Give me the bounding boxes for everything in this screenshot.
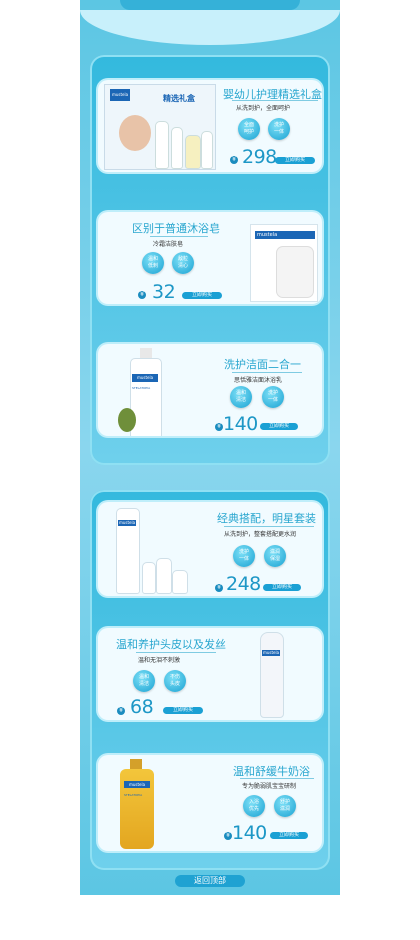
price: 298	[242, 146, 277, 168]
currency-icon: ¥	[215, 423, 223, 431]
soap-bar	[277, 247, 313, 297]
box-label: 精选礼盒	[163, 94, 195, 103]
product-subtitle: 从洗到护，全面呵护	[236, 105, 291, 112]
tag-bubble: 舒护 滋润	[274, 795, 296, 817]
title-underline	[136, 652, 216, 653]
currency-icon: ¥	[117, 707, 125, 715]
price: 140	[223, 413, 258, 435]
currency-icon: ¥	[215, 584, 223, 592]
brand-logo: mustela	[124, 781, 150, 788]
tag-bubble: 温和 清洁	[230, 386, 252, 408]
currency-icon: ¥	[138, 291, 146, 299]
buy-now-button[interactable]: 立即购买	[182, 292, 222, 299]
product-line: STELATOPIA	[132, 386, 151, 390]
brand-logo: mustela	[110, 89, 130, 101]
title-underline	[150, 236, 208, 237]
tag-bubble: 洗护 一体	[268, 118, 290, 140]
brand-logo: mustela	[255, 231, 315, 239]
soap-box-image: mustela	[250, 224, 318, 302]
product-title: 温和舒缓牛奶浴	[233, 765, 310, 778]
tag-bubble: 洗护 一体	[233, 545, 255, 567]
title-underline	[224, 526, 314, 527]
brand-logo: mustela	[262, 650, 280, 656]
product-subtitle: 思恬雅洁面沐浴乳	[234, 377, 283, 384]
product-title: 经典搭配，明星套装	[217, 512, 316, 525]
buy-now-button[interactable]: 立即购买	[260, 423, 298, 430]
title-underline	[240, 778, 314, 779]
top-tab	[120, 0, 300, 10]
product-subtitle: 专为脆弱肌宝宝研制	[242, 783, 297, 790]
milk-bath-image: mustela STELATOPIA	[118, 759, 158, 849]
cleansing-gel-image: mustela STELATOPIA	[116, 348, 176, 436]
price: 32	[152, 281, 176, 303]
price: 248	[226, 573, 261, 595]
buy-now-button[interactable]: 立即购买	[163, 707, 203, 714]
buy-now-button[interactable]: 立即购买	[275, 157, 315, 164]
star-set-image: mustela	[112, 504, 194, 594]
tag-bubble: 入浴 优先	[243, 795, 265, 817]
product-subtitle: 从洗到护，整套搭配更水润	[224, 531, 297, 538]
product-subtitle: 冷霜洁肤皂	[153, 241, 184, 248]
product-subtitle: 温和无泪不刺激	[138, 657, 181, 664]
gift-box-image: mustela 精选礼盒	[104, 84, 216, 170]
tag-bubble: 洗护 一体	[262, 386, 284, 408]
currency-icon: ¥	[224, 832, 232, 840]
product-title: 区别于普通沐浴皂	[132, 222, 220, 235]
tag-bubble: 温和 低刺	[142, 252, 164, 274]
tag-bubble: 全面 呵护	[238, 118, 260, 140]
back-to-top-button[interactable]: 返回顶部	[175, 875, 245, 887]
price: 140	[232, 822, 267, 844]
product-title: 洗护洁面二合一	[224, 358, 301, 371]
buy-now-button[interactable]: 立即购买	[270, 832, 308, 839]
product-title: 温和养护头皮以及发丝	[116, 638, 226, 651]
currency-icon: ¥	[230, 156, 238, 164]
brand-logo: mustela	[118, 520, 136, 526]
buy-now-button[interactable]: 立即购买	[263, 584, 301, 591]
brand-logo: mustela	[132, 374, 158, 382]
tag-bubble: 温和 清洁	[133, 670, 155, 692]
tag-bubble: 滋润 保湿	[264, 545, 286, 567]
title-underline	[232, 100, 318, 101]
tag-bubble: 不伤 头皮	[164, 670, 186, 692]
tag-bubble: 敌粒 清心	[172, 252, 194, 274]
product-line: STELATOPIA	[124, 793, 143, 797]
shampoo-image: mustela	[256, 632, 288, 720]
avocado	[118, 408, 136, 432]
price: 68	[130, 696, 154, 718]
title-underline	[232, 372, 302, 373]
baby-photo	[119, 115, 151, 151]
